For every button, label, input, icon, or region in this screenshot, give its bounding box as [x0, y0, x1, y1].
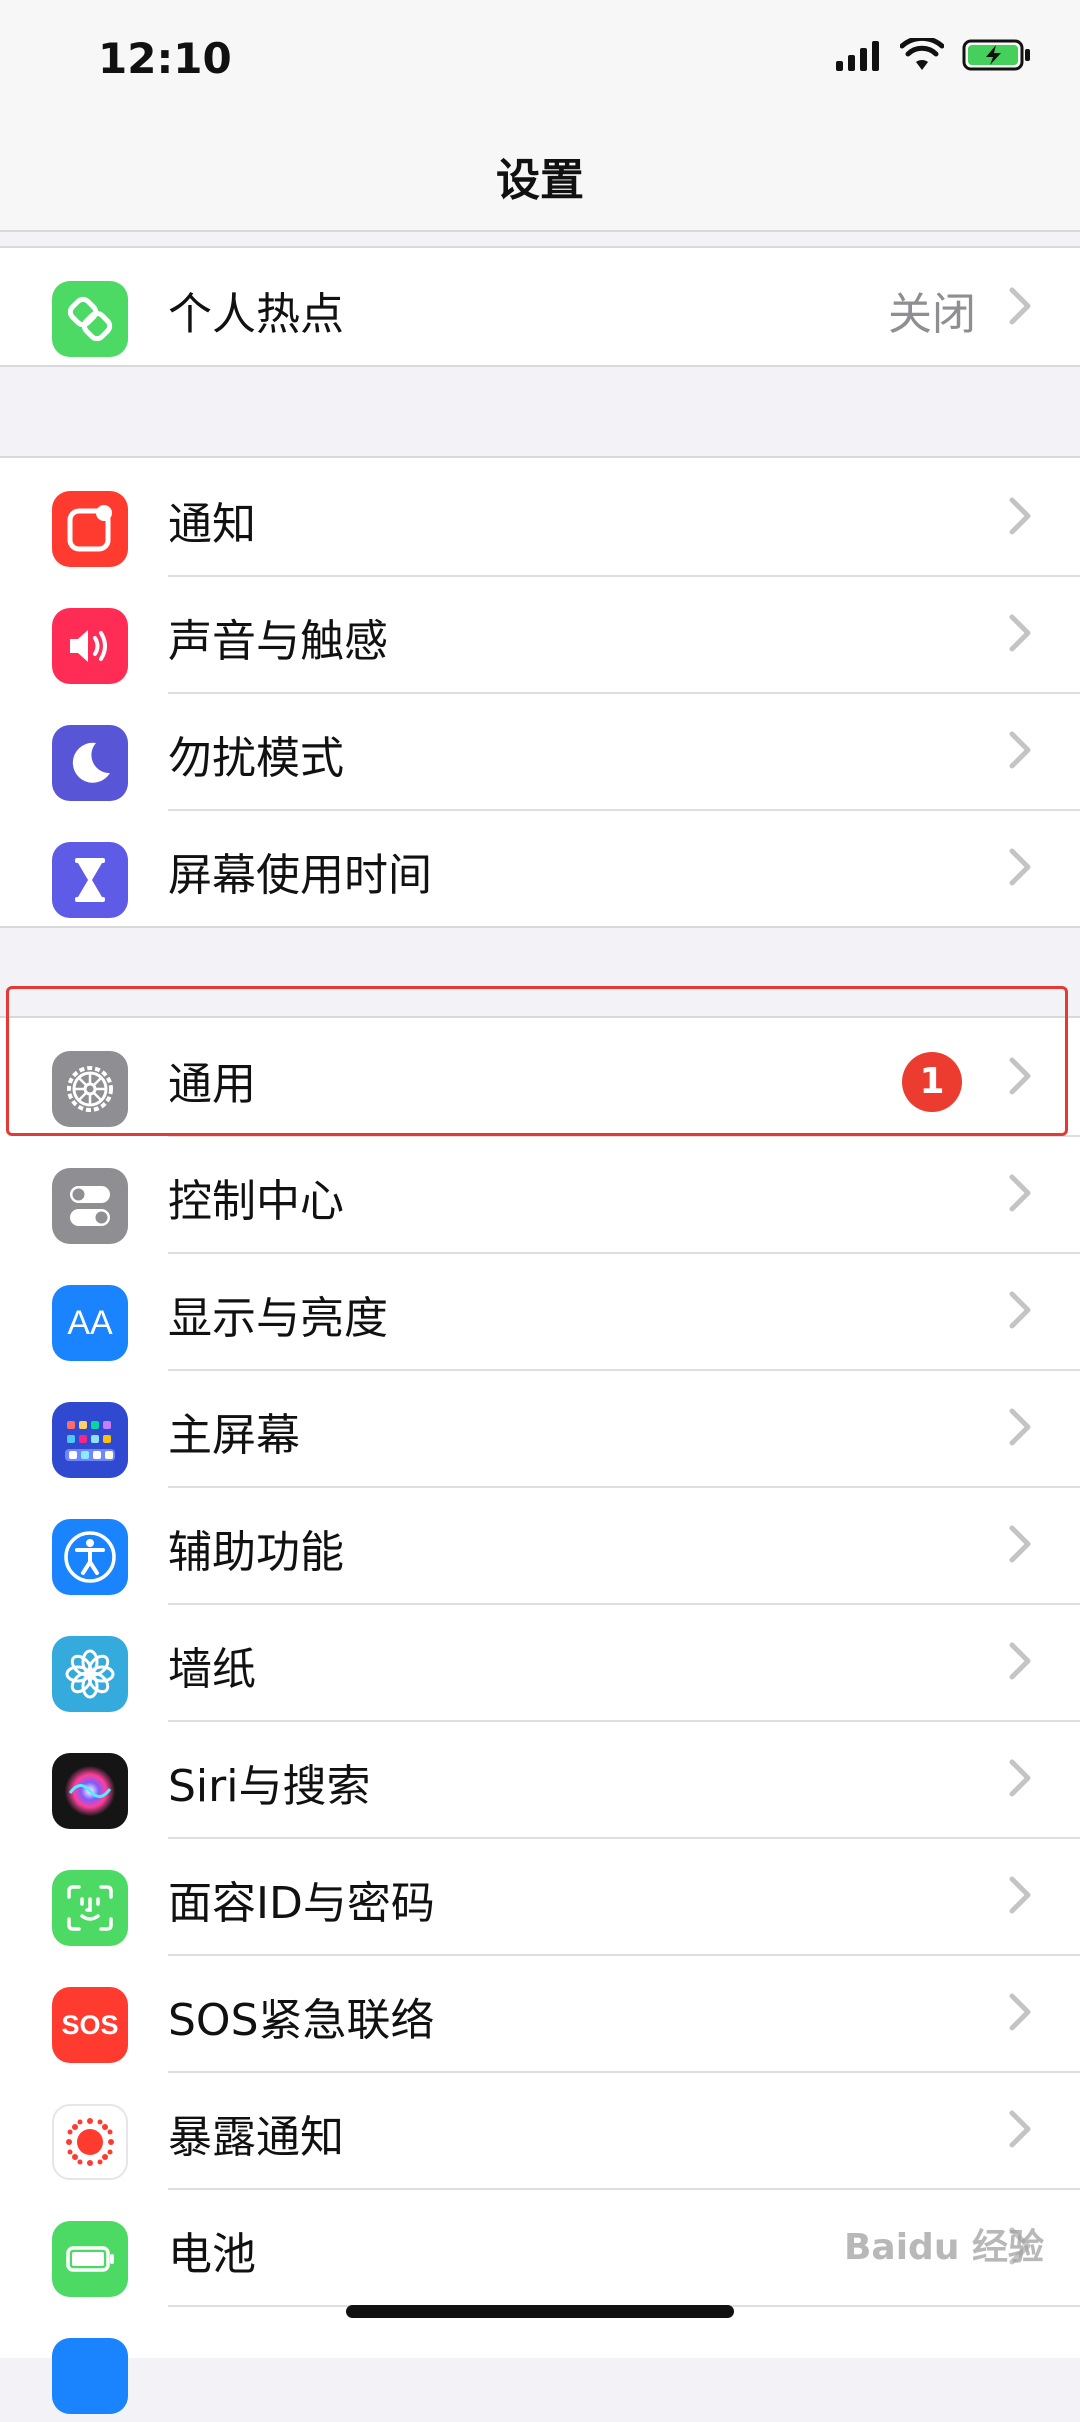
chevron-right-icon	[1009, 1993, 1031, 2031]
settings-row-next-partial[interactable]	[0, 2305, 1080, 2422]
sound-icon	[52, 608, 128, 684]
settings-row-display[interactable]: AA 显示与亮度	[0, 1252, 1080, 1369]
status-icons	[834, 38, 1032, 72]
display-aa-icon: AA	[52, 1285, 128, 1361]
settings-row-siri[interactable]: Siri与搜索	[0, 1720, 1080, 1837]
wallpaper-flower-icon	[52, 1636, 128, 1712]
settings-group-general: 通用 1 控制中心 AA 显示与亮度 主屏幕 辅助功能 墙纸 Siri与搜索 面…	[0, 1016, 1080, 2414]
gear-icon	[52, 1051, 128, 1127]
settings-label-hotspot: 个人热点	[168, 289, 344, 340]
settings-row-wallpaper[interactable]: 墙纸	[0, 1603, 1080, 1720]
status-time: 12:10	[98, 34, 232, 83]
chevron-right-icon	[1009, 614, 1031, 652]
settings-label-battery: 电池	[168, 2229, 256, 2280]
settings-label-exposure: 暴露通知	[168, 2112, 344, 2163]
settings-label-home-screen: 主屏幕	[168, 1410, 300, 1461]
chevron-right-icon	[1009, 1525, 1031, 1563]
home-screen-grid-icon	[52, 1402, 128, 1478]
cellular-signal-icon	[836, 41, 879, 71]
settings-label-accessibility: 辅助功能	[168, 1527, 344, 1578]
settings-label-display: 显示与亮度	[168, 1293, 388, 1344]
settings-row-general[interactable]: 通用 1	[0, 1018, 1080, 1135]
settings-row-do-not-disturb[interactable]: 勿扰模式	[0, 692, 1080, 809]
settings-label-do-not-disturb: 勿扰模式	[168, 733, 344, 784]
display-aa-text: AA	[67, 1303, 113, 1342]
settings-row-home-screen[interactable]: 主屏幕	[0, 1369, 1080, 1486]
chevron-right-icon	[1009, 1642, 1031, 1680]
navigation-bar: 设置	[0, 120, 1080, 232]
toggles-icon	[52, 1168, 128, 1244]
update-count-badge: 1	[902, 1052, 962, 1112]
settings-label-notifications: 通知	[168, 499, 256, 550]
chevron-right-icon	[1009, 1408, 1031, 1446]
settings-row-accessibility[interactable]: 辅助功能	[0, 1486, 1080, 1603]
home-indicator	[346, 2305, 734, 2318]
hotspot-status-value: 关闭	[888, 289, 976, 340]
hourglass-icon	[52, 842, 128, 918]
chevron-right-icon	[1009, 497, 1031, 535]
partial-blue-icon	[52, 2338, 128, 2414]
settings-label-wallpaper: 墙纸	[168, 1644, 256, 1695]
settings-row-notifications[interactable]: 通知	[0, 458, 1080, 575]
settings-label-face-id: 面容ID与密码	[168, 1878, 435, 1929]
settings-label-sound: 声音与触感	[168, 616, 388, 667]
settings-group-network: 个人热点 关闭	[0, 246, 1080, 367]
chevron-right-icon	[1009, 287, 1031, 325]
hotspot-icon	[52, 281, 128, 357]
chevron-right-icon	[1009, 1759, 1031, 1797]
chevron-right-icon	[1009, 1876, 1031, 1914]
status-bar: 12:10	[0, 0, 1080, 120]
settings-label-control-center: 控制中心	[168, 1176, 344, 1227]
settings-row-sos[interactable]: SOS SOS紧急联络	[0, 1954, 1080, 2071]
sos-icon-text: SOS	[61, 2009, 119, 2040]
settings-row-sound[interactable]: 声音与触感	[0, 575, 1080, 692]
siri-icon	[52, 1753, 128, 1829]
battery-charging-icon	[962, 39, 1030, 71]
chevron-right-icon	[1009, 731, 1031, 769]
watermark: Baidu 经验	[843, 2227, 1044, 2268]
settings-row-exposure[interactable]: 暴露通知	[0, 2071, 1080, 2188]
exposure-virus-icon	[52, 2104, 128, 2180]
settings-label-general: 通用	[168, 1059, 256, 1110]
settings-group-notifications: 通知 声音与触感 勿扰模式 屏幕使用时间	[0, 456, 1080, 928]
chevron-right-icon	[1009, 1291, 1031, 1329]
chevron-right-icon	[1009, 848, 1031, 886]
settings-row-face-id[interactable]: 面容ID与密码	[0, 1837, 1080, 1954]
notifications-icon	[52, 491, 128, 567]
battery-icon	[52, 2221, 128, 2297]
chevron-right-icon	[1009, 1174, 1031, 1212]
moon-icon	[52, 725, 128, 801]
settings-row-control-center[interactable]: 控制中心	[0, 1135, 1080, 1252]
settings-label-sos: SOS紧急联络	[168, 1995, 435, 2046]
face-id-icon	[52, 1870, 128, 1946]
settings-row-screen-time[interactable]: 屏幕使用时间	[0, 809, 1080, 926]
chevron-right-icon	[1009, 2110, 1031, 2148]
accessibility-icon	[52, 1519, 128, 1595]
wifi-icon	[900, 38, 944, 70]
page-title: 设置	[496, 155, 584, 206]
settings-label-siri: Siri与搜索	[168, 1761, 371, 1812]
sos-icon: SOS	[52, 1987, 128, 2063]
chevron-right-icon	[1009, 1057, 1031, 1095]
settings-row-hotspot[interactable]: 个人热点 关闭	[0, 248, 1080, 365]
settings-label-screen-time: 屏幕使用时间	[168, 850, 432, 901]
